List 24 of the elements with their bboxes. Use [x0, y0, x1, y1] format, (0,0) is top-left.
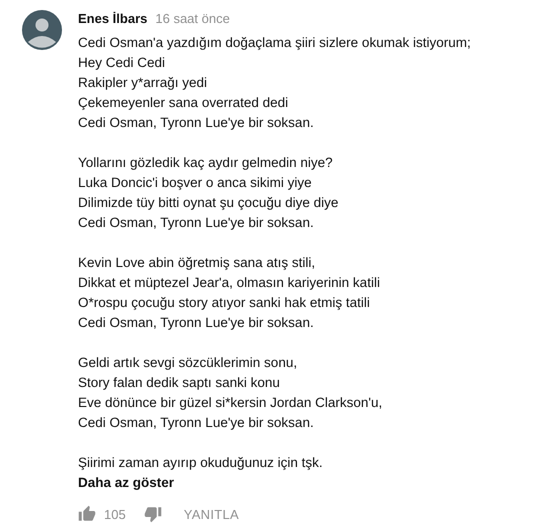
comment-line: Dikkat et müptezel Jear'a, olmasın kariyerinin katili: [78, 274, 380, 292]
comment-line: Cedi Osman, Tyronn Lue'ye bir soksan.: [78, 114, 314, 132]
comment-line: Yollarını gözledik kaç aydır gelmedin niye?: [78, 154, 333, 172]
author-name[interactable]: Enes İlbars: [78, 10, 148, 28]
comment-line: Cedi Osman, Tyronn Lue'ye bir soksan.: [78, 414, 314, 432]
comment-line: Cedi Osman'a yazdığım doğaçlama şiiri sizlere okumak istiyorum;: [78, 34, 471, 52]
comment-line: Rakipler y*arrağı yedi: [78, 74, 208, 92]
comment-line: Hey Cedi Cedi: [78, 54, 166, 72]
comment-line: O*rospu çocuğu story atıyor sanki hak etmiş tatili: [78, 294, 370, 312]
thumbs-down-icon[interactable]: [144, 505, 162, 523]
show-less-link[interactable]: Daha az göster: [78, 473, 174, 492]
comment-line: Cedi Osman, Tyronn Lue'ye bir soksan.: [78, 314, 314, 332]
comment-line: Kevin Love abin öğretmiş sana atış stili,: [78, 254, 316, 272]
comment-line: Luka Doncic'i boşver o anca sikimi yiye: [78, 174, 312, 192]
comment-line: Çekemeyenler sana overrated dedi: [78, 94, 288, 112]
comment-line: Şiirimi zaman ayırıp okuduğunuz için tşk.: [78, 454, 323, 472]
comment-line: Cedi Osman, Tyronn Lue'ye bir soksan.: [78, 214, 314, 232]
avatar-icon: [22, 10, 62, 50]
thumbs-up-icon[interactable]: [78, 505, 96, 523]
comment-line: Dilimizde tüy bitti oynat şu çocuğu diye diye: [78, 194, 338, 212]
comment-line: Story falan dedik saptı sanki konu: [78, 374, 280, 392]
like-count: 105: [104, 506, 126, 522]
comment-line: Geldi artık sevgi sözcüklerimin sonu,: [78, 354, 298, 372]
comment-line: Eve dönünce bir güzel si*kersin Jordan Clarkson'u,: [78, 394, 382, 412]
